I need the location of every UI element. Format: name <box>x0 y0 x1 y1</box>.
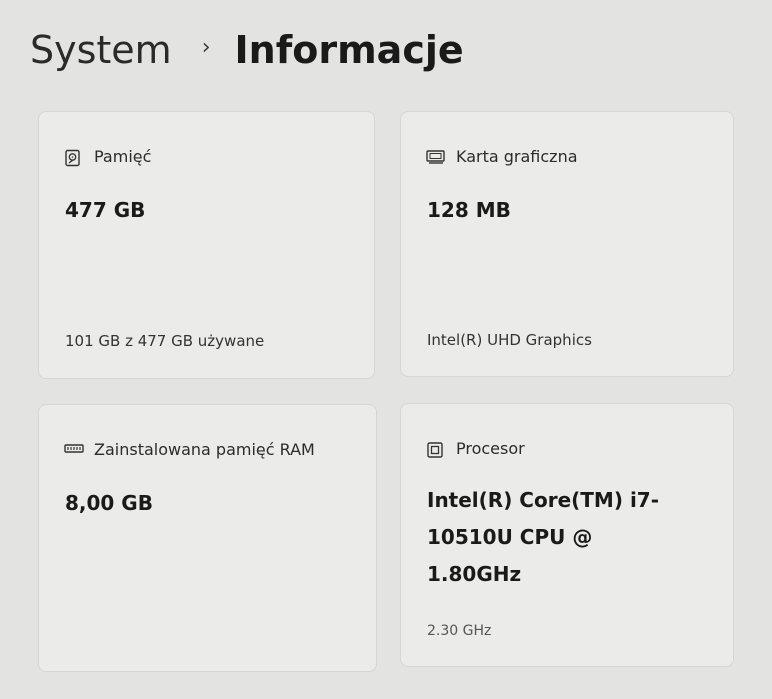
ram-card-title: Zainstalowana pamięć RAM <box>94 440 315 459</box>
processor-card[interactable]: Procesor Intel(R) Core(TM) i7-10510U CPU… <box>400 403 734 667</box>
breadcrumb: System › Informacje <box>30 22 464 78</box>
breadcrumb-separator: › <box>201 34 211 60</box>
storage-total-value: 477 GB <box>65 198 146 222</box>
processor-speed-text: 2.30 GHz <box>427 623 492 639</box>
graphics-adapter-name: Intel(R) UHD Graphics <box>427 331 592 349</box>
display-adapter-icon <box>426 149 445 165</box>
processor-icon <box>426 441 444 458</box>
graphics-card-header: Karta graficzna <box>426 147 578 166</box>
processor-card-header: Procesor <box>426 439 525 458</box>
storage-usage-text: 101 GB z 477 GB używane <box>65 332 265 350</box>
ram-icon <box>64 442 84 458</box>
graphics-memory-value: 128 MB <box>427 198 511 222</box>
storage-card-header: Pamięć <box>64 147 151 166</box>
storage-card-title: Pamięć <box>94 147 152 166</box>
graphics-card-title: Karta graficzna <box>456 147 578 166</box>
ram-installed-value: 8,00 GB <box>65 491 153 515</box>
ram-card-header: Zainstalowana pamięć RAM <box>64 440 347 459</box>
processor-name-value: Intel(R) Core(TM) i7-10510U CPU @ 1.80GH… <box>427 488 660 586</box>
ram-card[interactable]: Zainstalowana pamięć RAM 8,00 GB <box>38 404 377 672</box>
processor-card-title: Procesor <box>456 439 525 458</box>
graphics-card[interactable]: Karta graficzna 128 MB Intel(R) UHD Grap… <box>400 111 734 377</box>
breadcrumb-parent-system[interactable]: System <box>30 28 172 72</box>
storage-icon <box>64 149 82 166</box>
page-title: Informacje <box>234 28 464 72</box>
storage-card[interactable]: Pamięć 477 GB 101 GB z 477 GB używane <box>38 111 375 379</box>
